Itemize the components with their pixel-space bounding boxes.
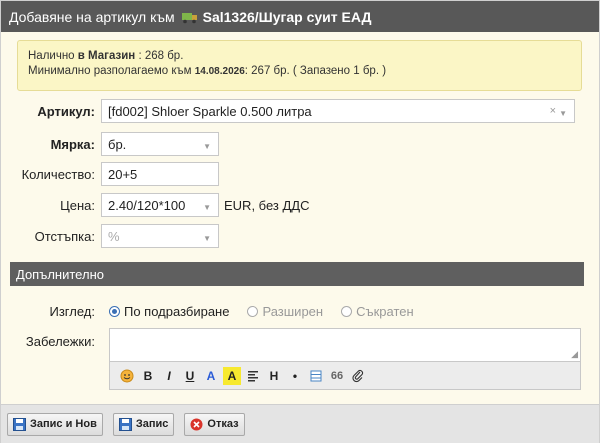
measure-label: Мярка:	[50, 136, 95, 152]
cancel-icon	[190, 418, 203, 430]
save-button[interactable]: Запис	[112, 412, 175, 436]
quote-icon[interactable]: 66	[328, 367, 346, 385]
quantity-value: 20+5	[108, 166, 138, 182]
price-value: 2.40/120*100	[108, 197, 186, 213]
align-icon[interactable]	[244, 367, 262, 385]
view-option-extended[interactable]: Разширен	[247, 304, 323, 319]
dialog-window: Добавяне на артикул към Sal1326/Шугар су…	[0, 0, 600, 443]
dialog-footer: Запис и Нов Запис Отказ	[1, 404, 599, 443]
clear-icon[interactable]: ×	[550, 105, 556, 117]
availability-line-1: Налично в Магазин : 268 бр.	[28, 49, 571, 64]
dialog-title-object: Sal1326/Шугар суит ЕАД	[202, 8, 372, 25]
measure-row: Мярка: бр. ▼	[1, 132, 219, 156]
emoji-icon[interactable]	[118, 367, 136, 385]
discount-select[interactable]: % ▼	[101, 224, 219, 248]
notes-toolbar: B I U A A H • 66	[109, 362, 581, 390]
chevron-down-icon: ▼	[203, 203, 211, 212]
availability-qty: : 268 бр.	[138, 50, 184, 62]
availability-line-2: Минимално разполагаемо към 14.08.2026: 2…	[28, 64, 571, 79]
dialog-title-prefix: Добавяне на артикул към	[9, 8, 175, 25]
view-radio-group: По подразбиране Разширен Съкратен	[109, 304, 432, 319]
resize-grip-icon[interactable]: ◢	[571, 349, 578, 360]
min-available-prefix: Минимално разполагаемо към	[28, 65, 192, 77]
view-row: Изглед: По подразбиране Разширен Съкрате…	[1, 304, 432, 319]
price-unit: EUR, без ДДС	[224, 197, 310, 213]
save-and-new-button[interactable]: Запис и Нов	[7, 412, 103, 436]
article-row: Артикул: [fd002] Shloer Sparkle 0.500 ли…	[1, 99, 575, 123]
section-title: Допълнително	[16, 266, 104, 282]
view-option-short[interactable]: Съкратен	[341, 304, 414, 319]
price-input[interactable]: 2.40/120*100 ▼	[101, 193, 219, 217]
notes-label-row: Забележки:	[1, 334, 101, 349]
save-icon	[118, 417, 132, 431]
chevron-down-icon: ▼	[559, 109, 567, 118]
text-color-icon[interactable]: A	[202, 367, 220, 385]
view-option-label: Съкратен	[356, 304, 414, 319]
measure-value: бр.	[108, 136, 127, 152]
section-header-additional: Допълнително	[10, 262, 584, 286]
underline-icon[interactable]: U	[181, 367, 199, 385]
price-row: Цена: 2.40/120*100 ▼ EUR, без ДДС	[1, 193, 309, 217]
save-label: Запис	[135, 418, 169, 430]
cancel-button[interactable]: Отказ	[184, 412, 245, 436]
quantity-input[interactable]: 20+5	[101, 162, 219, 186]
dialog-titlebar: Добавяне на артикул към Sal1326/Шугар су…	[1, 1, 599, 32]
quantity-row: Количество: 20+5	[1, 162, 219, 186]
truck-icon	[181, 12, 197, 23]
discount-row: Отстъпка: % ▼	[1, 224, 219, 248]
price-label: Цена:	[60, 197, 95, 213]
highlight-icon[interactable]: A	[223, 366, 241, 385]
availability-prefix: Налично	[28, 50, 75, 62]
heading-icon[interactable]: H	[265, 367, 283, 385]
discount-label: Отстъпка:	[34, 228, 95, 244]
article-select[interactable]: [fd002] Shloer Sparkle 0.500 литра × ▼	[101, 99, 575, 123]
attachment-icon[interactable]	[349, 367, 367, 385]
save-icon	[13, 417, 26, 431]
min-available-date: 14.08.2026	[194, 66, 245, 77]
chevron-down-icon: ▼	[203, 234, 211, 243]
table-icon[interactable]	[307, 367, 325, 385]
view-label: Изглед:	[49, 304, 96, 319]
store-name: в Магазин	[77, 50, 136, 62]
view-option-default[interactable]: По подразбиране	[109, 304, 229, 319]
min-available-qty: : 267 бр. ( Запазено 1 бр. )	[244, 65, 387, 77]
cancel-label: Отказ	[207, 418, 239, 430]
italic-icon[interactable]: I	[160, 367, 178, 385]
article-label: Артикул:	[37, 103, 95, 119]
radio-icon	[247, 306, 259, 317]
save-and-new-label: Запис и Нов	[30, 418, 97, 430]
notes-label: Забележки:	[25, 334, 95, 349]
view-option-label: По подразбиране	[124, 304, 230, 319]
bold-icon[interactable]: B	[139, 367, 157, 385]
bullet-icon[interactable]: •	[286, 367, 304, 385]
radio-icon	[341, 306, 353, 317]
quantity-label: Количество:	[21, 166, 95, 182]
availability-notice: Налично в Магазин : 268 бр. Минимално ра…	[17, 40, 582, 91]
notes-textarea[interactable]: ◢	[109, 328, 581, 362]
measure-select[interactable]: бр. ▼	[101, 132, 219, 156]
view-option-label: Разширен	[262, 304, 324, 319]
article-value: [fd002] Shloer Sparkle 0.500 литра	[108, 103, 312, 119]
discount-placeholder: %	[108, 228, 120, 244]
chevron-down-icon: ▼	[203, 142, 211, 151]
radio-icon	[109, 306, 120, 317]
